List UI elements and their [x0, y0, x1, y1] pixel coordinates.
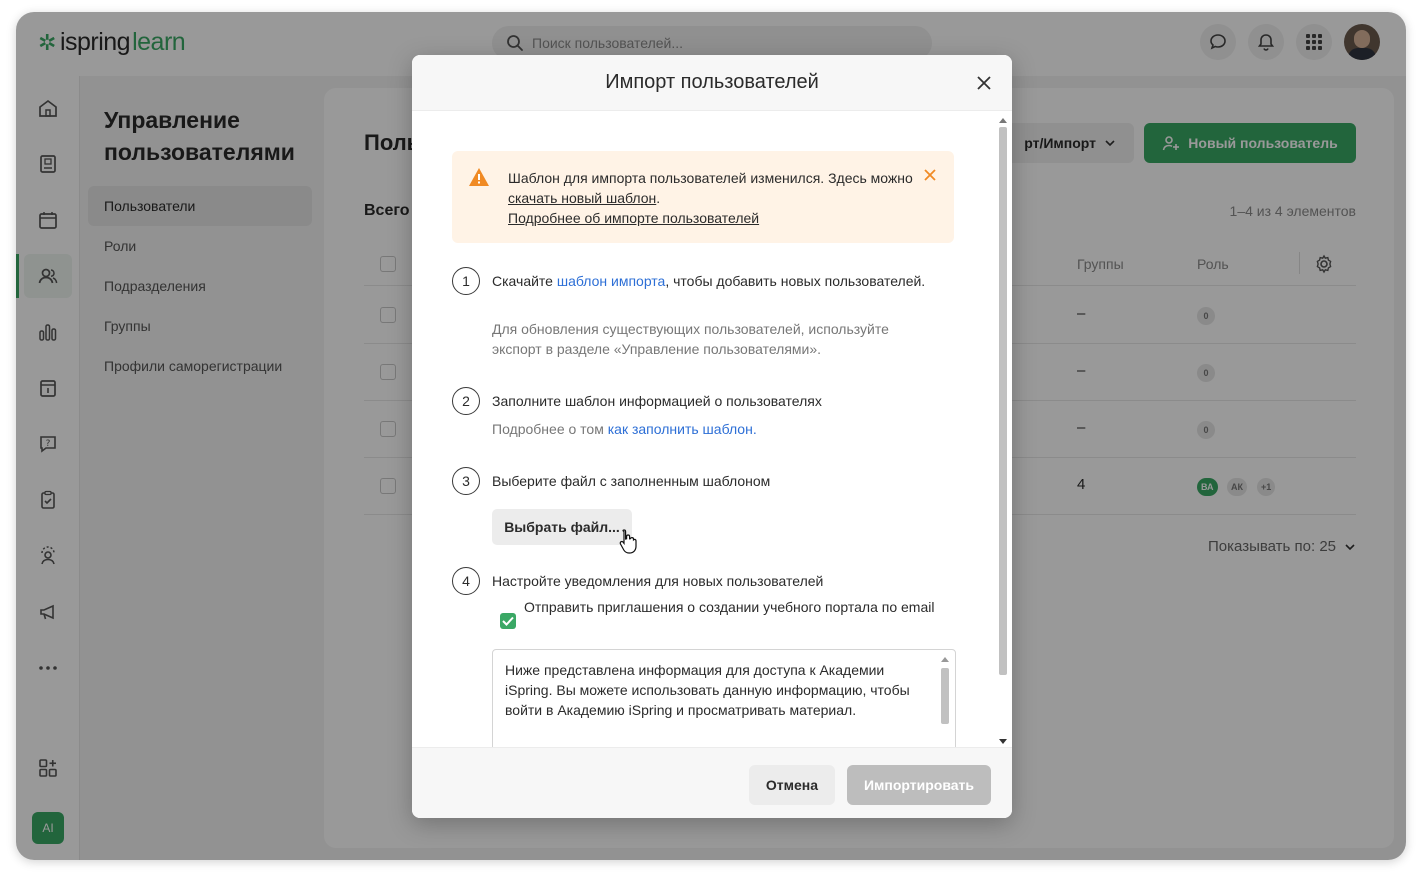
template-changed-alert: Шаблон для импорта пользователей изменил…: [452, 151, 954, 243]
close-icon[interactable]: [974, 73, 994, 93]
step-text: Скачайте шаблон импорта, чтобы добавить …: [492, 271, 942, 291]
how-to-fill-template-link[interactable]: как заполнить шаблон: [608, 421, 753, 437]
send-invitations-checkbox[interactable]: [500, 613, 516, 629]
cancel-button[interactable]: Отмена: [749, 765, 835, 805]
invitation-message-textarea[interactable]: Ниже представлена информация для доступа…: [492, 649, 956, 747]
checkmark-icon: [502, 616, 514, 626]
dialog-header: Импорт пользователей: [412, 55, 1012, 111]
alert-text-part: .: [656, 190, 661, 206]
dialog-scrollbar[interactable]: [998, 115, 1008, 747]
step-text: Настройте уведомления для новых пользова…: [492, 573, 824, 589]
import-template-link[interactable]: шаблон импорта: [557, 273, 665, 289]
step-hint-part: .: [752, 421, 757, 437]
step-hint-part: Подробнее о том: [492, 421, 608, 437]
download-new-template-link[interactable]: скачать новый шаблон: [508, 190, 656, 206]
dialog-title: Импорт пользователей: [605, 71, 819, 93]
scroll-up-arrow-icon[interactable]: [998, 115, 1008, 125]
step-hint: Для обновления существующих пользователе…: [492, 321, 889, 357]
warning-icon: [469, 168, 489, 186]
step-number: 4: [452, 567, 480, 595]
send-invitations-label[interactable]: Отправить приглашения о создании учебног…: [524, 597, 944, 617]
step-text-part: , чтобы добавить новых пользователей.: [665, 273, 926, 289]
choose-file-button[interactable]: Выбрать файл...: [492, 509, 632, 545]
step-text: Заполните шаблон информацией о пользоват…: [492, 393, 822, 409]
textarea-scrollbar[interactable]: [939, 654, 951, 747]
dialog-body[interactable]: Шаблон для импорта пользователей изменил…: [412, 111, 1012, 747]
step-hint: Подробнее о том как заполнить шаблон.: [492, 419, 942, 439]
alert-text: Шаблон для импорта пользователей изменил…: [508, 168, 918, 228]
import-users-dialog: Импорт пользователей Шаблон для импорта …: [412, 55, 1012, 818]
import-button[interactable]: Импортировать: [847, 765, 991, 805]
alert-close-icon[interactable]: [924, 169, 936, 181]
step-number: 1: [452, 267, 480, 295]
scroll-thumb[interactable]: [999, 127, 1007, 675]
dialog-footer: Отмена Импортировать: [412, 747, 1012, 818]
step-text-part: Скачайте: [492, 273, 557, 289]
hand-cursor-icon: [619, 529, 637, 554]
step-text: Выберите файл с заполненным шаблоном: [492, 473, 771, 489]
step-number: 3: [452, 467, 480, 495]
import-details-link[interactable]: Подробнее об импорте пользователей: [508, 210, 759, 226]
invitation-message-text: Ниже представлена информация для доступа…: [505, 662, 910, 718]
step-number: 2: [452, 387, 480, 415]
alert-text-part: Шаблон для импорта пользователей изменил…: [508, 170, 913, 186]
scroll-down-arrow-icon[interactable]: [998, 737, 1008, 747]
